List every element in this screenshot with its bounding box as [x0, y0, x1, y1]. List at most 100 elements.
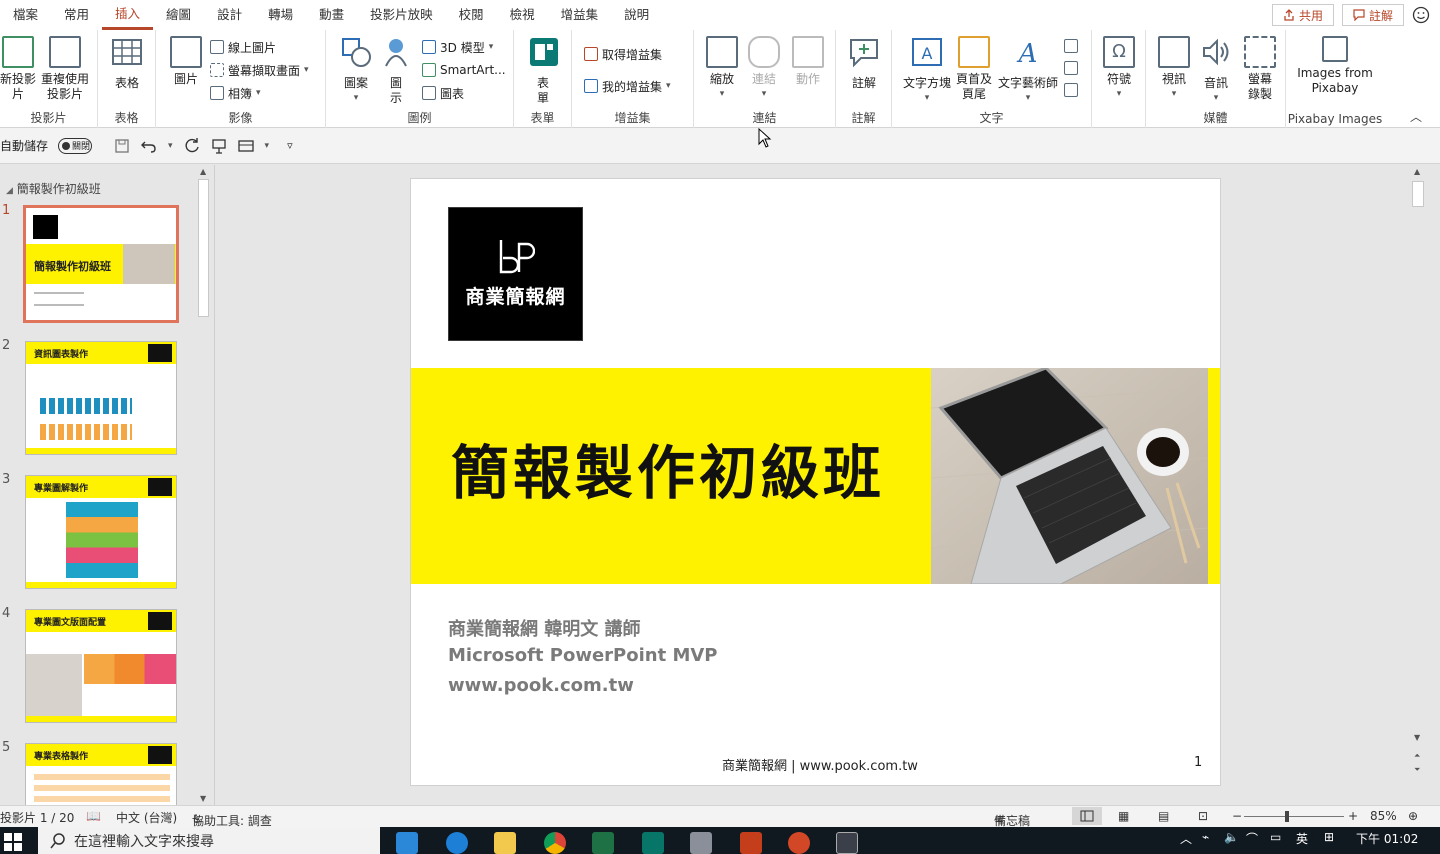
forms-button[interactable]: 表單: [528, 36, 560, 106]
excel-icon[interactable]: [592, 832, 614, 854]
header-footer-button[interactable]: 頁首及頁尾: [954, 36, 994, 102]
undo-icon[interactable]: [140, 138, 158, 154]
normal-view-button[interactable]: [1072, 807, 1102, 825]
thumbnails-scroll-thumb[interactable]: [198, 179, 209, 317]
online-pictures-button[interactable]: 線上圖片: [210, 37, 276, 57]
slide-thumbnail-4[interactable]: 專業圖文版面配置: [25, 609, 177, 723]
laptop-photo[interactable]: [931, 368, 1208, 584]
taskbar-search-box[interactable]: 在這裡輸入文字來搜尋: [38, 827, 380, 854]
zoom-button[interactable]: 縮放 ▾: [702, 36, 742, 102]
thumbnails-scrollbar[interactable]: ▲ ▼: [197, 165, 210, 805]
redo-icon[interactable]: [183, 137, 201, 155]
tab-help[interactable]: 說明: [611, 0, 662, 30]
reuse-slides-button[interactable]: 重複使用投影片: [40, 36, 90, 102]
windows-start-icon[interactable]: [4, 833, 22, 851]
tab-addins[interactable]: 增益集: [548, 0, 612, 30]
smartart-button[interactable]: SmartArt...: [422, 60, 506, 80]
zoom-level[interactable]: 85%: [1370, 809, 1397, 823]
object-button[interactable]: [1064, 80, 1078, 100]
zoom-in-icon[interactable]: +: [1348, 809, 1358, 823]
table-button[interactable]: 表格: [110, 36, 144, 91]
ime-indicator[interactable]: 英: [1296, 830, 1308, 847]
ime-mode-icon[interactable]: ⊞: [1324, 830, 1334, 844]
smiley-icon[interactable]: [1412, 6, 1430, 24]
previous-slide-icon[interactable]: ⏶: [1414, 751, 1420, 761]
clock-time[interactable]: 下午 01:02: [1356, 830, 1418, 847]
shapes-button[interactable]: 圖案 ▾: [336, 36, 376, 106]
scroll-up-icon[interactable]: ▲: [1414, 167, 1420, 176]
new-comment-button[interactable]: 註解: [846, 36, 882, 91]
slide-sorter-icon[interactable]: ▦: [1118, 809, 1129, 823]
edge-icon[interactable]: [446, 832, 468, 854]
task-view-icon[interactable]: [396, 832, 418, 854]
save-icon[interactable]: [114, 138, 130, 154]
scroll-up-icon[interactable]: ▲: [200, 167, 206, 176]
slide-thumbnail-3[interactable]: 專業圖解製作: [25, 475, 177, 589]
link-button[interactable]: 連結 ▾: [744, 36, 784, 102]
textbox-button[interactable]: A 文字方塊 ▾: [900, 36, 954, 106]
audio-button[interactable]: 音訊 ▾: [1196, 36, 1236, 106]
powerpoint-icon[interactable]: [740, 832, 762, 854]
tab-view[interactable]: 檢視: [497, 0, 548, 30]
pixabay-button[interactable]: Images from Pixabay: [1292, 36, 1378, 96]
slide-footer[interactable]: 商業簡報網 | www.pook.com.tw: [722, 755, 918, 774]
3d-models-button[interactable]: 3D 模型 ▾: [422, 37, 493, 57]
file-explorer-icon[interactable]: [494, 832, 516, 854]
fit-to-window-icon[interactable]: ⊕: [1408, 809, 1418, 823]
scroll-down-icon[interactable]: ▼: [200, 794, 206, 803]
pictures-button[interactable]: 圖片: [166, 36, 206, 87]
screen-recording-button[interactable]: 螢幕錄製: [1240, 36, 1280, 102]
tab-animations[interactable]: 動畫: [306, 0, 357, 30]
next-slide-icon[interactable]: ⏷: [1414, 765, 1420, 775]
collapse-ribbon-icon[interactable]: ︿: [1410, 108, 1422, 125]
symbols-button[interactable]: Ω 符號 ▾: [1100, 36, 1138, 102]
reading-view-icon[interactable]: ▤: [1158, 809, 1169, 823]
website-line[interactable]: www.pook.com.tw: [448, 675, 634, 696]
slideshow-icon[interactable]: ⊡: [1198, 809, 1208, 823]
photo-album-button[interactable]: 相簿 ▾: [210, 83, 261, 103]
paint-icon[interactable]: [690, 832, 712, 854]
section-collapse-icon[interactable]: ◢: [6, 186, 13, 196]
tab-home[interactable]: 常用: [51, 0, 102, 30]
slide-scroll-thumb[interactable]: [1412, 181, 1424, 207]
comments-button[interactable]: 註解: [1341, 4, 1404, 26]
layout-icon[interactable]: [237, 138, 255, 154]
slide-counter[interactable]: 投影片 1 / 20: [0, 809, 74, 826]
present-icon[interactable]: [211, 138, 227, 154]
zoom-out-icon[interactable]: −: [1232, 809, 1242, 823]
tray-chevron-icon[interactable]: ︿: [1180, 830, 1192, 847]
new-slide-button[interactable]: 新投影片: [0, 36, 40, 102]
network-icon[interactable]: ⌁: [1202, 830, 1209, 844]
current-slide[interactable]: 商業簡報網 簡報製作初級班 商業簡報網 韓明文 講師 Microsoft Pow…: [410, 178, 1221, 786]
icons-button[interactable]: 圖示: [378, 36, 414, 106]
slide-thumbnail-2[interactable]: 資訊圖表製作: [25, 341, 177, 455]
my-addins-button[interactable]: 我的增益集 ▾: [584, 76, 671, 96]
slide-title[interactable]: 簡報製作初級班: [451, 426, 885, 510]
slide-thumbnail-1[interactable]: 簡報製作初級班: [23, 205, 179, 323]
wordart-button[interactable]: A 文字藝術師 ▾: [996, 36, 1060, 106]
app-window-icon[interactable]: [836, 832, 858, 854]
logo[interactable]: 商業簡報網: [448, 207, 583, 341]
action-button[interactable]: 動作: [788, 36, 828, 87]
tab-review[interactable]: 校閱: [446, 0, 497, 30]
zoom-slider-track[interactable]: [1244, 816, 1344, 817]
spellcheck-icon[interactable]: 📖: [86, 809, 101, 823]
chevron-down-icon[interactable]: ▾: [168, 141, 173, 151]
tab-draw[interactable]: 繪圖: [153, 0, 204, 30]
tab-design[interactable]: 設計: [204, 0, 255, 30]
get-addins-button[interactable]: 取得增益集: [584, 44, 662, 64]
video-button[interactable]: 視訊 ▾: [1154, 36, 1194, 102]
battery-icon[interactable]: ▭: [1270, 830, 1281, 844]
tab-transitions[interactable]: 轉場: [255, 0, 306, 30]
mvp-line[interactable]: Microsoft PowerPoint MVP: [448, 645, 718, 666]
wifi-icon[interactable]: ⌒: [1246, 830, 1258, 847]
section-header[interactable]: ◢ 簡報製作初級班: [6, 180, 101, 197]
publisher-icon[interactable]: [642, 832, 664, 854]
share-button[interactable]: 共用: [1271, 4, 1334, 26]
slide-scrollbar[interactable]: ▲ ▼ ⏶ ⏷: [1410, 165, 1426, 805]
presenter-line[interactable]: 商業簡報網 韓明文 講師: [448, 615, 641, 641]
slide-number-button[interactable]: [1064, 58, 1078, 78]
chevron-down-icon[interactable]: ▾: [265, 141, 270, 151]
slide-number[interactable]: 1: [1194, 755, 1202, 770]
customize-qat-icon[interactable]: ▿: [287, 139, 293, 152]
